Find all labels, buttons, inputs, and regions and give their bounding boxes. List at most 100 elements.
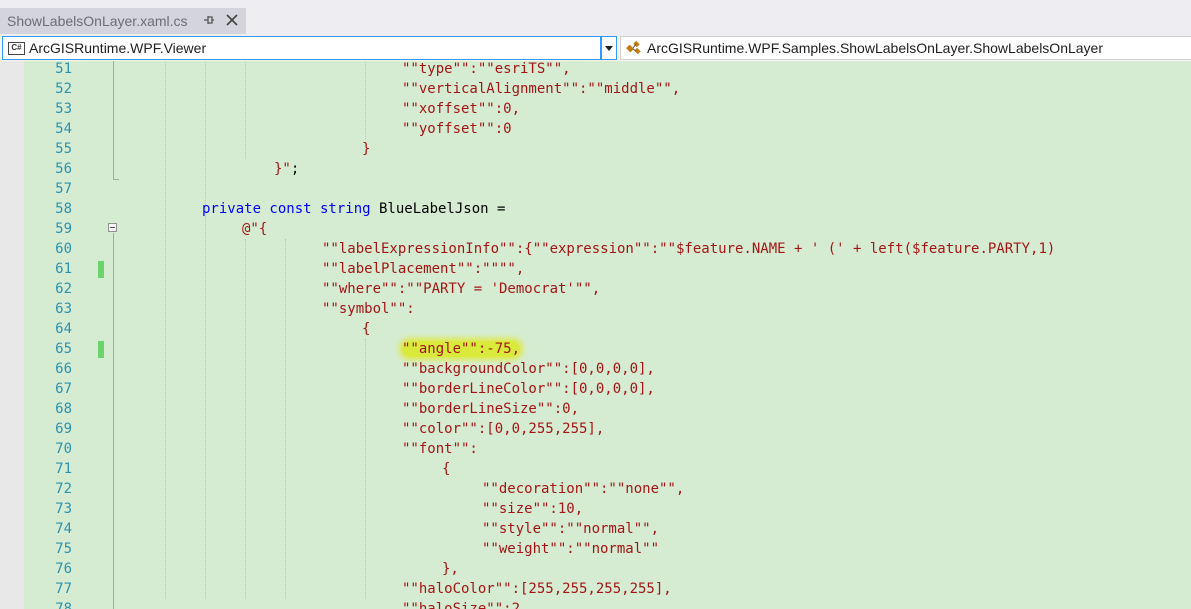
- code-text: ""borderLineSize"":0,: [402, 399, 579, 419]
- string-token: ""yoffset"":0: [402, 121, 512, 137]
- code-text: ""decoration"":""none"",: [482, 479, 684, 499]
- change-marker: [98, 341, 104, 358]
- code-editor[interactable]: 51 ""type"":""esriTS"", 52 ""verticalAlignm…: [0, 61, 1191, 609]
- code-text: @"{: [242, 219, 267, 239]
- highlighted-token: ""angle"":-75,: [402, 341, 521, 357]
- code-line[interactable]: 60 ""labelExpressionInfo"":{""expression"…: [0, 239, 1191, 259]
- code-text: },: [442, 559, 459, 579]
- code-text: ""haloSize"":2,: [402, 599, 528, 609]
- code-text: {: [362, 319, 370, 339]
- code-text: }";: [274, 159, 299, 179]
- document-tab-strip: ShowLabelsOnLayer.xaml.cs: [0, 0, 1191, 36]
- code-line[interactable]: 72 ""decoration"":""none"",: [0, 479, 1191, 499]
- code-text: ""borderLineColor"":[0,0,0,0],: [402, 379, 655, 399]
- code-line[interactable]: 69 ""color"":[0,0,255,255],: [0, 419, 1191, 439]
- code-text: ""color"":[0,0,255,255],: [402, 419, 604, 439]
- code-line[interactable]: 53 ""xoffset"":0,: [0, 99, 1191, 119]
- code-line[interactable]: 68 ""borderLineSize"":0,: [0, 399, 1191, 419]
- string-token: ""color"":[0,0,255,255],: [402, 421, 605, 437]
- code-line[interactable]: 61 ""labelPlacement"":"""",: [0, 259, 1191, 279]
- code-text: ""labelExpressionInfo"":{""expression"":…: [322, 239, 1055, 259]
- string-token: ""type"":""esriTS"",: [402, 61, 571, 77]
- string-token: ""xoffset"":0,: [402, 101, 521, 117]
- code-line[interactable]: 77 ""haloColor"":[255,255,255,255],: [0, 579, 1191, 599]
- string-token: ""size"":10,: [482, 501, 584, 517]
- project-dropdown[interactable]: C# ArcGISRuntime.WPF.Viewer: [2, 36, 601, 60]
- line-number: 61: [55, 261, 72, 277]
- string-token: }": [274, 161, 291, 177]
- code-token: BlueLabelJson =: [370, 201, 506, 217]
- line-number: 71: [55, 461, 72, 477]
- string-token: {: [362, 321, 371, 337]
- document-tab-title: ShowLabelsOnLayer.xaml.cs: [7, 13, 188, 29]
- string-token: ""labelExpressionInfo"":{""expression"":…: [322, 241, 1056, 257]
- line-number: 57: [55, 181, 72, 197]
- line-number: 60: [55, 241, 72, 257]
- string-token: ""weight"":""normal"": [482, 541, 660, 557]
- string-token: ""backgroundColor"":[0,0,0,0],: [402, 361, 655, 377]
- code-line[interactable]: 78 ""haloSize"":2,: [0, 599, 1191, 609]
- code-line[interactable]: 67 ""borderLineColor"":[0,0,0,0],: [0, 379, 1191, 399]
- line-number: 78: [55, 601, 72, 609]
- string-token: ""symbol"":: [322, 301, 415, 317]
- line-number: 70: [55, 441, 72, 457]
- line-number: 62: [55, 281, 72, 297]
- document-tab[interactable]: ShowLabelsOnLayer.xaml.cs: [0, 8, 246, 34]
- string-token: ""verticalAlignment"":""middle"",: [402, 81, 681, 97]
- code-line[interactable]: 58 private const string BlueLabelJson =: [0, 199, 1191, 219]
- code-line[interactable]: 62 ""where"":""PARTY = 'Democrat'"",: [0, 279, 1191, 299]
- line-number: 54: [55, 121, 72, 137]
- code-text: ""style"":""normal"",: [482, 519, 659, 539]
- line-number: 77: [55, 581, 72, 597]
- line-number: 53: [55, 101, 72, 117]
- keyword-token: private const string: [202, 201, 371, 217]
- string-token: ""borderLineColor"":[0,0,0,0],: [402, 381, 655, 397]
- line-number: 73: [55, 501, 72, 517]
- code-line[interactable]: 64 {: [0, 319, 1191, 339]
- code-line[interactable]: 75 ""weight"":""normal"": [0, 539, 1191, 559]
- member-dropdown-value: ArcGISRuntime.WPF.Samples.ShowLabelsOnLa…: [647, 40, 1103, 56]
- code-line[interactable]: 76},: [0, 559, 1191, 579]
- line-number: 75: [55, 541, 72, 557]
- line-number: 72: [55, 481, 72, 497]
- code-line[interactable]: 65 ""angle"":-75,: [0, 339, 1191, 359]
- string-token: ""font"":: [402, 441, 478, 457]
- class-icon: [626, 40, 641, 55]
- csharp-project-icon: C#: [8, 41, 25, 55]
- code-text: ""symbol"":: [322, 299, 415, 319]
- string-token: },: [442, 561, 459, 577]
- line-number: 56: [55, 161, 72, 177]
- code-line[interactable]: 57: [0, 179, 1191, 199]
- member-dropdown[interactable]: ArcGISRuntime.WPF.Samples.ShowLabelsOnLa…: [620, 36, 1191, 60]
- code-line[interactable]: 54 ""yoffset"":0: [0, 119, 1191, 139]
- string-token: @"{: [242, 221, 268, 237]
- code-line[interactable]: 70 ""font"":: [0, 439, 1191, 459]
- code-text: ""yoffset"":0: [402, 119, 512, 139]
- line-number: 59: [55, 221, 72, 237]
- code-line[interactable]: 55}: [0, 139, 1191, 159]
- code-line[interactable]: 74 ""style"":""normal"",: [0, 519, 1191, 539]
- code-text: {: [442, 459, 450, 479]
- code-line[interactable]: 51 ""type"":""esriTS"",: [0, 61, 1191, 79]
- pin-icon[interactable]: [203, 13, 215, 27]
- code-line[interactable]: 56 }";: [0, 159, 1191, 179]
- close-icon[interactable]: [225, 13, 239, 27]
- line-number: 52: [55, 81, 72, 97]
- code-line[interactable]: 71 {: [0, 459, 1191, 479]
- string-token: ""borderLineSize"":0,: [402, 401, 580, 417]
- change-marker: [98, 261, 104, 278]
- string-token: ""decoration"":""none"",: [482, 481, 685, 497]
- code-line[interactable]: 66 ""backgroundColor"":[0,0,0,0],: [0, 359, 1191, 379]
- line-number: 69: [55, 421, 72, 437]
- line-number: 66: [55, 361, 72, 377]
- code-line[interactable]: 63 ""symbol"":: [0, 299, 1191, 319]
- code-line[interactable]: 73 ""size"":10,: [0, 499, 1191, 519]
- string-token: ""where"":""PARTY = 'Democrat'"",: [322, 281, 601, 297]
- project-dropdown-arrow[interactable]: [601, 36, 617, 60]
- code-line[interactable]: 52 ""verticalAlignment"":""middle"",: [0, 79, 1191, 99]
- line-number: 55: [55, 141, 72, 157]
- chevron-down-icon: [605, 46, 613, 51]
- line-number: 51: [55, 61, 72, 77]
- code-text: ""where"":""PARTY = 'Democrat'"",: [322, 279, 600, 299]
- code-line[interactable]: 59 @"{: [0, 219, 1191, 239]
